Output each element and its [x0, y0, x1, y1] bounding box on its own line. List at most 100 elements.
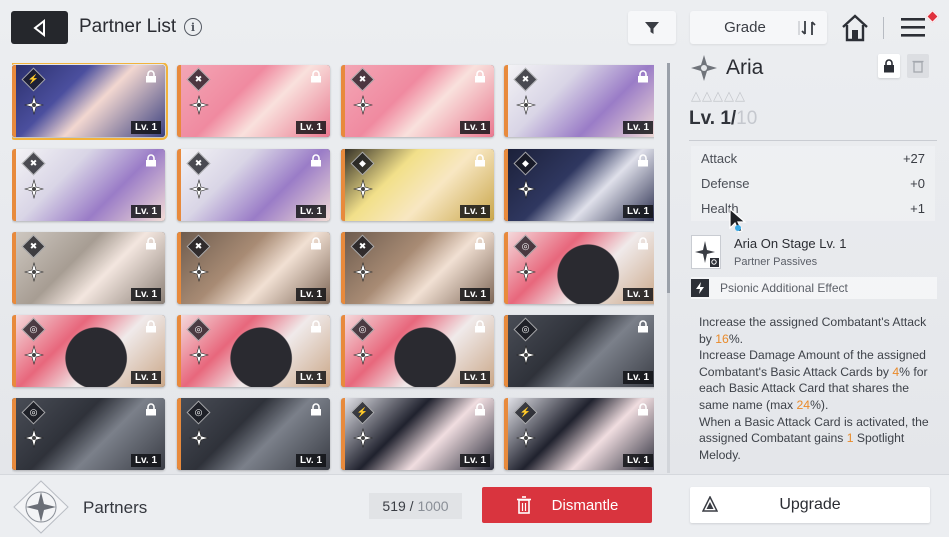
- page-title: Partner List: [79, 16, 177, 37]
- filter-icon: [645, 21, 659, 34]
- partners-label: Partners: [83, 498, 148, 517]
- partner-card[interactable]: ◎ Lv. 1: [504, 315, 654, 387]
- rarity-stripe: [12, 232, 16, 304]
- shuriken-icon: [516, 428, 536, 448]
- card-level: Lv. 1: [130, 205, 161, 218]
- lock-icon[interactable]: [474, 237, 486, 250]
- partner-card[interactable]: ◎ Lv. 1: [341, 315, 494, 387]
- lock-icon[interactable]: [310, 320, 322, 333]
- stat-row-defense: Defense +0: [691, 171, 935, 196]
- lock-icon[interactable]: [474, 70, 486, 83]
- shuriken-icon: [189, 95, 209, 115]
- partner-detail-panel: Aria △△△△△ Lv. 1/10 Attack +27 Defense +…: [685, 46, 941, 472]
- partner-card[interactable]: ✖ Lv. 1: [341, 65, 494, 137]
- lock-icon[interactable]: [310, 154, 322, 167]
- partner-card[interactable]: ✖ Lv. 1: [12, 149, 165, 221]
- lock-icon[interactable]: [310, 70, 322, 83]
- mouse-cursor-icon: [729, 208, 747, 233]
- rarity-stripe: [177, 232, 181, 304]
- dismantle-button[interactable]: Dismantle: [482, 487, 652, 523]
- lock-icon[interactable]: [145, 154, 157, 167]
- rarity-stripe: [504, 65, 508, 137]
- lock-icon[interactable]: [637, 237, 649, 250]
- sort-direction-icon[interactable]: [797, 17, 819, 39]
- lock-icon[interactable]: [637, 403, 649, 416]
- stat-value: +27: [902, 151, 925, 166]
- stat-value: +0: [910, 176, 925, 191]
- lock-icon[interactable]: [145, 403, 157, 416]
- partner-card[interactable]: ✖ Lv. 1: [177, 232, 330, 304]
- card-level: Lv. 1: [622, 121, 653, 134]
- rarity-stripe: [12, 315, 16, 387]
- partner-card[interactable]: ✖ Lv. 1: [177, 149, 330, 221]
- lock-icon[interactable]: [474, 154, 486, 167]
- partner-level: Lv. 1/10: [689, 108, 757, 130]
- partner-card[interactable]: ◎ Lv. 1: [177, 315, 330, 387]
- grade-stars: △△△△△: [691, 88, 746, 103]
- card-level: Lv. 1: [622, 288, 653, 301]
- passive-description: Increase the assigned Combatant's Attack…: [699, 314, 931, 472]
- level-max: 10: [736, 108, 758, 129]
- lock-icon[interactable]: [310, 237, 322, 250]
- menu-icon[interactable]: [899, 13, 927, 41]
- stat-label: Defense: [701, 176, 750, 191]
- grid-scrollbar-thumb[interactable]: [667, 63, 670, 293]
- shuriken-icon: [516, 262, 536, 282]
- stat-label: Attack: [701, 151, 738, 166]
- sort-dropdown[interactable]: Grade: [690, 11, 827, 44]
- partner-card[interactable]: ⚡ Lv. 1: [504, 398, 654, 470]
- partner-card[interactable]: ⚡ Lv. 1: [341, 398, 494, 470]
- partner-card[interactable]: ◆ Lv. 1: [341, 149, 494, 221]
- sparkle-icon: [695, 241, 719, 267]
- desc-value: 16: [715, 331, 729, 346]
- partner-card[interactable]: ◆ Lv. 1: [504, 149, 654, 221]
- shuriken-icon: [353, 262, 373, 282]
- bottom-bar: Partners 519 / 1000 Dismantle Upgrade: [0, 474, 949, 537]
- card-level: Lv. 1: [459, 205, 490, 218]
- lock-icon[interactable]: [474, 403, 486, 416]
- partner-card[interactable]: ◎ Lv. 1: [504, 232, 654, 304]
- filter-button[interactable]: [628, 11, 676, 44]
- lock-icon[interactable]: [145, 320, 157, 333]
- passive-skill-icon[interactable]: [691, 235, 721, 269]
- lock-icon[interactable]: [637, 320, 649, 333]
- lock-icon[interactable]: [637, 154, 649, 167]
- rarity-stripe: [504, 315, 508, 387]
- count-total: 1000: [417, 498, 449, 514]
- partner-card[interactable]: ✖ Lv. 1: [341, 232, 494, 304]
- lock-icon[interactable]: [474, 320, 486, 333]
- passive-subtitle: Partner Passives: [734, 256, 818, 268]
- card-level: Lv. 1: [622, 454, 653, 467]
- rarity-stripe: [177, 315, 181, 387]
- trash-icon: [912, 60, 924, 73]
- psionic-label: Psionic Additional Effect: [720, 281, 848, 295]
- rarity-stripe: [177, 398, 181, 470]
- rarity-stripe: [341, 65, 345, 137]
- partner-card[interactable]: ◎ Lv. 1: [12, 398, 165, 470]
- upgrade-button[interactable]: Upgrade: [690, 487, 930, 523]
- desc-value: 24: [796, 397, 811, 412]
- trash-button[interactable]: [907, 54, 929, 78]
- topbar-divider: [883, 17, 884, 39]
- partner-card[interactable]: ⚡ Lv. 1: [12, 63, 168, 140]
- info-icon[interactable]: i: [184, 18, 202, 36]
- back-button[interactable]: [11, 11, 68, 44]
- shuriken-icon: [24, 345, 44, 365]
- partner-card[interactable]: ◎ Lv. 1: [177, 398, 330, 470]
- desc-text: %).: [810, 397, 829, 412]
- home-icon[interactable]: [840, 13, 870, 43]
- partner-card[interactable]: ✖ Lv. 1: [177, 65, 330, 137]
- dismantle-label: Dismantle: [551, 496, 619, 514]
- shuriken-icon: [516, 95, 536, 115]
- lock-icon[interactable]: [145, 70, 157, 83]
- lock-button[interactable]: [878, 54, 900, 78]
- partner-card[interactable]: ◎ Lv. 1: [12, 315, 165, 387]
- partner-card[interactable]: ✖ Lv. 1: [12, 232, 165, 304]
- count-current: 519: [382, 498, 406, 514]
- partner-card[interactable]: ✖ Lv. 1: [504, 65, 654, 137]
- lock-icon[interactable]: [637, 70, 649, 83]
- level-current: Lv. 1/: [689, 108, 737, 129]
- lock-icon[interactable]: [145, 237, 157, 250]
- lock-icon[interactable]: [310, 403, 322, 416]
- stat-value: +1: [910, 201, 925, 216]
